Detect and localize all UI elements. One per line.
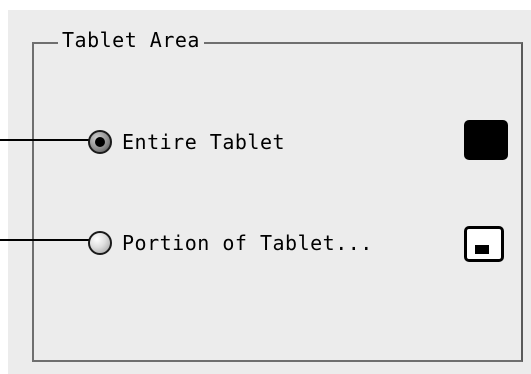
callout-line-entire bbox=[0, 139, 90, 141]
callout-line-portion bbox=[0, 239, 90, 241]
radio-button-selected[interactable] bbox=[88, 130, 112, 154]
portion-area-inner bbox=[475, 245, 489, 254]
radio-label-entire-tablet[interactable]: Entire Tablet bbox=[122, 128, 285, 156]
radio-dot bbox=[95, 137, 105, 147]
full-area-icon bbox=[464, 120, 508, 160]
tablet-area-group bbox=[32, 42, 523, 362]
group-title: Tablet Area bbox=[58, 26, 204, 54]
portion-area-icon bbox=[464, 226, 504, 262]
radio-entire-tablet[interactable]: Entire Tablet bbox=[88, 126, 285, 158]
tablet-area-screen: Tablet Area Entire Tablet Portion of Tab… bbox=[0, 0, 531, 374]
radio-button-unselected[interactable] bbox=[88, 231, 112, 255]
radio-portion-of-tablet[interactable]: Portion of Tablet... bbox=[88, 227, 373, 259]
radio-label-portion-of-tablet[interactable]: Portion of Tablet... bbox=[122, 229, 373, 257]
